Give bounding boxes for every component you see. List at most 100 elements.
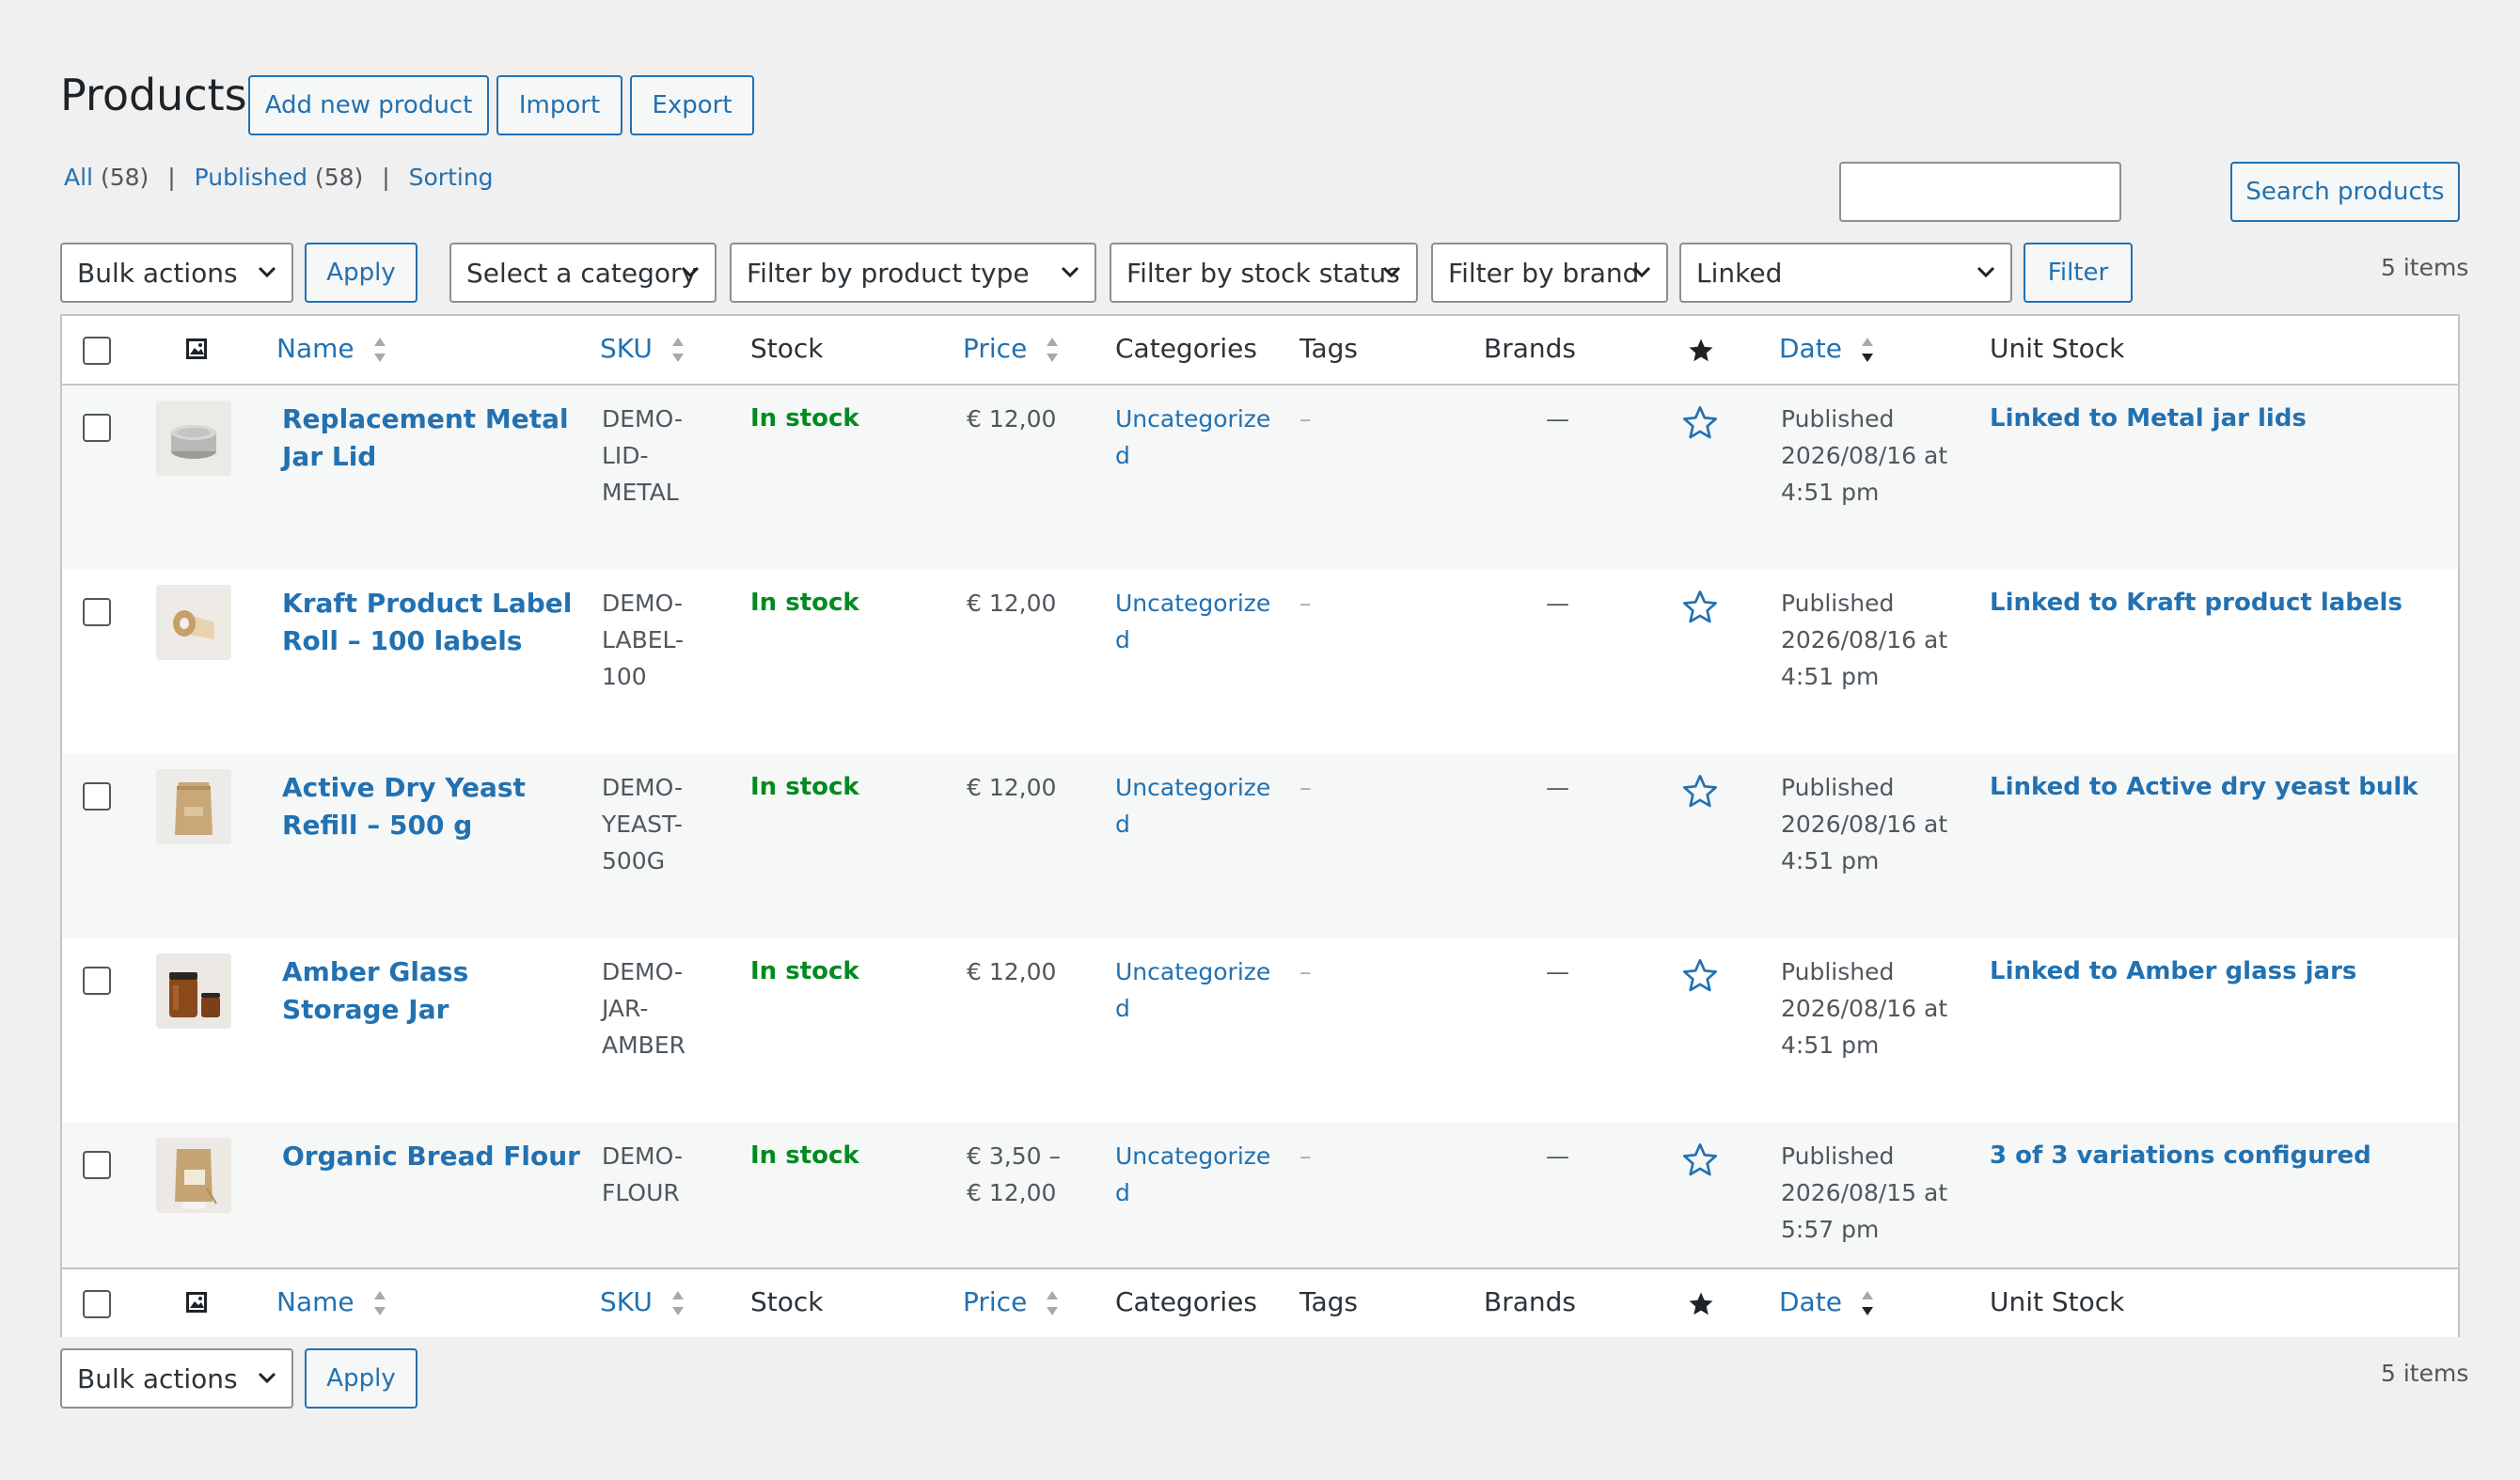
import-button[interactable]: Import — [496, 75, 622, 135]
product-type-select-label: Filter by product type — [747, 257, 1030, 289]
featured-toggle-star-icon[interactable] — [1681, 957, 1719, 995]
featured-star-icon[interactable] — [1687, 1290, 1715, 1318]
featured-star-icon[interactable] — [1687, 337, 1715, 365]
product-price: € 3,50 – € 12,00 — [967, 1142, 1061, 1206]
unit-stock-link[interactable]: Linked to Metal jar lids — [1990, 401, 2307, 437]
column-stock: Stock — [750, 333, 824, 364]
column-unit-stock: Unit Stock — [1990, 333, 2125, 364]
view-separator: | — [167, 164, 176, 191]
tags-empty: – — [1299, 774, 1312, 801]
date-value: 2026/08/16 at 4:51 pm — [1781, 811, 1948, 874]
products-admin-page: Products Add new product Import Export A… — [0, 0, 2520, 1480]
stock-status-select[interactable]: Filter by stock status — [1110, 243, 1418, 303]
select-all-checkbox[interactable] — [83, 1290, 111, 1318]
chevron-down-icon — [681, 266, 700, 278]
product-date: Published 2026/08/16 at 4:51 pm — [1781, 585, 1997, 695]
category-link[interactable]: Uncategorized — [1115, 953, 1275, 1027]
column-price[interactable]: Price — [963, 333, 1060, 364]
products-table: Name SKU Stock Price Categories Tags Bra… — [60, 314, 2460, 1337]
items-count-top: 5 items — [2381, 254, 2469, 281]
brand-select[interactable]: Filter by brand — [1431, 243, 1668, 303]
sort-icon — [671, 1291, 684, 1315]
category-link[interactable]: Uncategorized — [1115, 585, 1275, 658]
product-type-select[interactable]: Filter by product type — [730, 243, 1096, 303]
product-thumbnail-label-roll[interactable] — [156, 585, 231, 660]
featured-toggle-star-icon[interactable] — [1681, 589, 1719, 626]
product-date: Published 2026/08/16 at 4:51 pm — [1781, 401, 1997, 511]
apply-button-bottom[interactable]: Apply — [305, 1348, 417, 1409]
product-thumbnail-flour-bag[interactable] — [156, 1138, 231, 1213]
product-name-link[interactable]: Organic Bread Flour — [282, 1138, 592, 1175]
linked-select[interactable]: Linked — [1679, 243, 2012, 303]
sort-icon — [1861, 1291, 1873, 1315]
category-link[interactable]: Uncategorized — [1115, 401, 1275, 474]
tags-empty: – — [1299, 1142, 1312, 1170]
product-thumbnail-amber-jar[interactable] — [156, 953, 231, 1029]
product-name-link[interactable]: Kraft Product Label Roll – 100 labels — [282, 585, 592, 660]
filter-button[interactable]: Filter — [2024, 243, 2133, 303]
row-checkbox[interactable] — [83, 782, 111, 811]
column-sku[interactable]: SKU — [600, 333, 685, 364]
tags-empty: – — [1299, 590, 1312, 617]
row-checkbox[interactable] — [83, 967, 111, 995]
unit-stock-link[interactable]: Linked to Kraft product labels — [1990, 585, 2402, 622]
tags-empty: – — [1299, 958, 1312, 985]
stock-status: In stock — [750, 957, 859, 985]
category-link[interactable]: Uncategorized — [1115, 1138, 1275, 1211]
column-price-label: Price — [963, 333, 1028, 364]
unit-stock-link[interactable]: Linked to Amber glass jars — [1990, 953, 2356, 990]
product-name-link[interactable]: Amber Glass Storage Jar — [282, 953, 592, 1029]
brands-empty: — — [1546, 590, 1569, 617]
featured-toggle-star-icon[interactable] — [1681, 773, 1719, 811]
table-row: Replacement Metal Jar Lid DEMO-LID-METAL… — [62, 386, 2458, 570]
product-thumbnail-metal-lids[interactable] — [156, 401, 231, 476]
column-date[interactable]: Date — [1779, 333, 1875, 364]
bulk-actions-select[interactable]: Bulk actions — [60, 243, 293, 303]
product-date: Published 2026/08/16 at 4:51 pm — [1781, 769, 1997, 879]
apply-button[interactable]: Apply — [305, 243, 417, 303]
category-select[interactable]: Select a category — [449, 243, 717, 303]
featured-toggle-star-icon[interactable] — [1681, 404, 1719, 442]
column-tags: Tags — [1299, 1286, 1358, 1317]
column-sku[interactable]: SKU — [600, 1286, 685, 1317]
select-all-checkbox[interactable] — [83, 337, 111, 365]
column-name[interactable]: Name — [276, 333, 387, 364]
bulk-actions-select-bottom[interactable]: Bulk actions — [60, 1348, 293, 1409]
date-value: 2026/08/16 at 4:51 pm — [1781, 995, 1948, 1059]
row-checkbox[interactable] — [83, 414, 111, 442]
view-all-count: (58) — [100, 164, 150, 191]
stock-status: In stock — [750, 404, 859, 433]
table-row: Active Dry Yeast Refill – 500 g DEMO-YEA… — [62, 754, 2458, 938]
export-button[interactable]: Export — [630, 75, 754, 135]
category-link[interactable]: Uncategorized — [1115, 769, 1275, 842]
product-name-link[interactable]: Active Dry Yeast Refill – 500 g — [282, 769, 592, 844]
bulk-actions-label: Bulk actions — [77, 1362, 238, 1394]
chevron-down-icon — [1632, 266, 1651, 278]
search-input[interactable] — [1839, 162, 2121, 222]
date-status: Published — [1781, 774, 1895, 801]
add-new-product-button[interactable]: Add new product — [248, 75, 489, 135]
brands-empty: — — [1546, 774, 1569, 801]
unit-stock-link[interactable]: Linked to Active dry yeast bulk — [1990, 769, 2418, 806]
product-price: € 12,00 — [967, 405, 1057, 433]
product-date: Published 2026/08/15 at 5:57 pm — [1781, 1138, 1997, 1248]
sort-icon — [373, 338, 386, 362]
category-select-label: Select a category — [466, 257, 698, 289]
product-name-link[interactable]: Replacement Metal Jar Lid — [282, 401, 592, 476]
unit-stock-link[interactable]: 3 of 3 variations configured — [1990, 1138, 2371, 1174]
column-price[interactable]: Price — [963, 1286, 1060, 1317]
table-row: Kraft Product Label Roll – 100 labels DE… — [62, 570, 2458, 754]
featured-toggle-star-icon[interactable] — [1681, 1141, 1719, 1179]
product-price: € 12,00 — [967, 774, 1057, 801]
column-unit-stock: Unit Stock — [1990, 1286, 2125, 1317]
row-checkbox[interactable] — [83, 598, 111, 626]
view-sorting-link[interactable]: Sorting — [409, 164, 494, 191]
row-checkbox[interactable] — [83, 1151, 111, 1179]
column-name[interactable]: Name — [276, 1286, 387, 1317]
search-products-button[interactable]: Search products — [2230, 162, 2460, 222]
product-thumbnail-yeast-pouch[interactable] — [156, 769, 231, 844]
view-published-link[interactable]: Published — [195, 164, 307, 191]
column-date[interactable]: Date — [1779, 1286, 1875, 1317]
sort-icon — [1861, 338, 1873, 362]
view-all-link[interactable]: All — [64, 164, 93, 191]
